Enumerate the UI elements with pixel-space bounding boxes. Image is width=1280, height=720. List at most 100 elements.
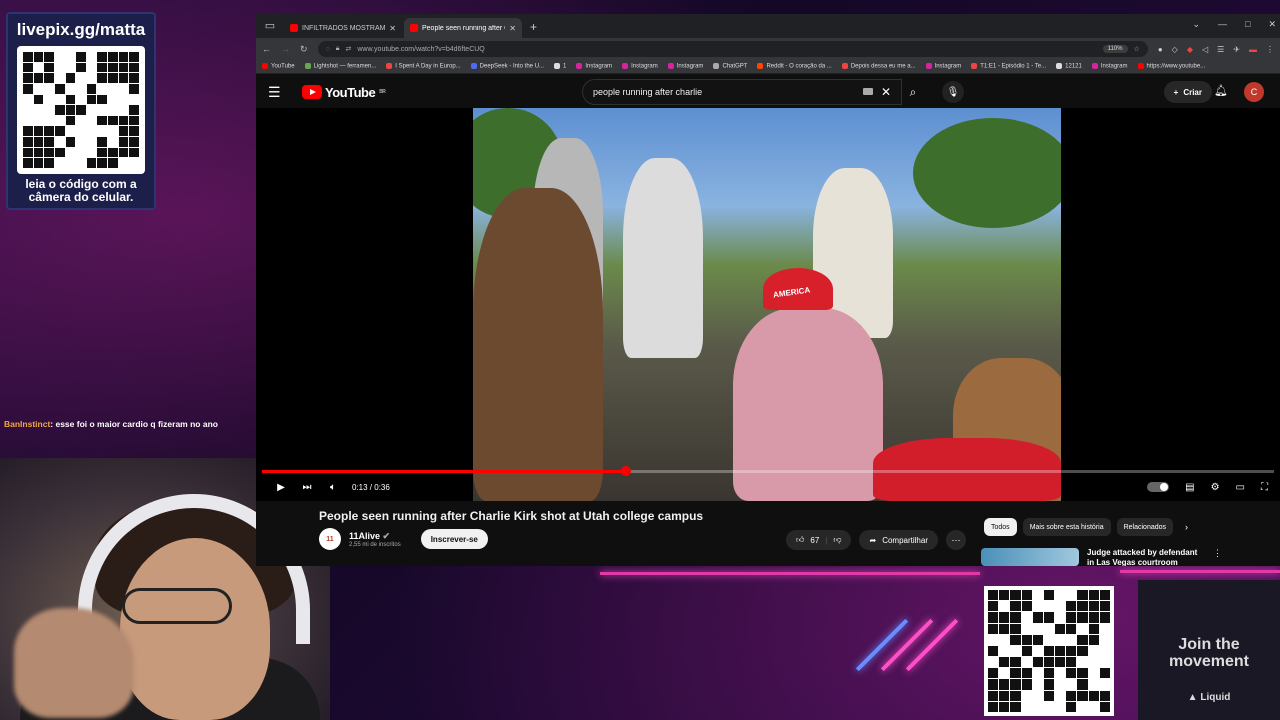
- qr-module: [97, 147, 108, 158]
- clear-search-icon[interactable]: ✕: [881, 85, 891, 99]
- create-label: Criar: [1183, 87, 1202, 97]
- reload-icon[interactable]: ↻: [300, 44, 308, 55]
- account-avatar[interactable]: C: [1244, 82, 1264, 102]
- qr-module: [118, 94, 129, 105]
- verified-icon: ✔: [382, 530, 391, 541]
- qr-module: [33, 105, 44, 115]
- like-icon[interactable]: 👍︎: [796, 535, 804, 545]
- channel-avatar[interactable]: 11: [319, 528, 341, 550]
- bookmark-item[interactable]: DeepSeek - Into the U...: [470, 63, 544, 70]
- minimize-icon[interactable]: —: [1218, 19, 1227, 30]
- bookmark-item[interactable]: Instagram: [1091, 63, 1128, 70]
- tab-infiltrados[interactable]: INFILTRADOS MOSTRAM IGNO ✕: [284, 18, 402, 38]
- channel-name[interactable]: 11Alive ✔: [349, 531, 401, 542]
- bookmark-item[interactable]: YouTube: [262, 63, 295, 70]
- site-settings-icon[interactable]: ⇄: [345, 45, 351, 53]
- qr-module: [44, 105, 54, 115]
- fullscreen-icon[interactable]: ⛶: [1261, 482, 1268, 493]
- qr-module: [108, 52, 118, 62]
- tab-list-chevron-icon[interactable]: ⌄: [1192, 19, 1200, 30]
- next-icon[interactable]: ⏭: [294, 482, 320, 493]
- qr-module: [54, 126, 65, 137]
- bookmark-item[interactable]: Reddit - O coração da ...: [757, 63, 832, 70]
- bookmark-item[interactable]: Instagram: [622, 63, 658, 70]
- search-button[interactable]: ⌕: [902, 79, 924, 105]
- bookmark-item[interactable]: Depois dessa eu me a...: [841, 63, 916, 70]
- more-options-icon[interactable]: ⋮: [1213, 548, 1222, 566]
- zoom-badge[interactable]: 110%: [1102, 45, 1128, 53]
- back-icon[interactable]: ←: [262, 44, 271, 54]
- tab-people-seen-running[interactable]: People seen running after Char ✕: [404, 18, 522, 38]
- keyboard-icon[interactable]: [863, 88, 873, 95]
- menu-icon[interactable]: ⋮: [1266, 45, 1274, 54]
- tab-search-icon[interactable]: ▭: [262, 18, 278, 34]
- video-frame[interactable]: AMERICA: [473, 108, 1061, 501]
- subtitles-icon[interactable]: ▤: [1185, 482, 1194, 493]
- recommended-title[interactable]: Judge attacked by defendant in Las Vegas…: [1087, 548, 1205, 566]
- qr-module: [23, 137, 33, 147]
- voice-search-icon[interactable]: 🎙︎: [942, 81, 964, 103]
- qr-module: [1032, 701, 1043, 712]
- qr-module: [1077, 623, 1088, 634]
- bookmark-item[interactable]: Instagram: [925, 63, 961, 70]
- bookmark-star-icon[interactable]: ☆: [1134, 45, 1140, 53]
- qr-module: [33, 126, 44, 137]
- theater-mode-icon[interactable]: ▭: [1236, 482, 1245, 493]
- extension-icon[interactable]: ●: [1158, 45, 1163, 54]
- video-player[interactable]: AMERICA ▶ ⏭ 🔈︎ 0:13 / 0:36 ▤ ⚙ ▭ ⛶: [256, 108, 1280, 501]
- extension-icon[interactable]: ☰: [1217, 45, 1224, 54]
- bookmark-item[interactable]: 12121: [1056, 63, 1082, 70]
- close-tab-icon[interactable]: ✕: [389, 24, 396, 33]
- close-tab-icon[interactable]: ✕: [509, 24, 516, 33]
- bookmark-item[interactable]: Instagram: [667, 63, 703, 70]
- subscribe-button[interactable]: Inscrever-se: [420, 529, 488, 549]
- qr-module: [118, 105, 129, 115]
- recommended-thumbnail[interactable]: [981, 548, 1079, 566]
- autoplay-toggle[interactable]: [1147, 482, 1170, 492]
- more-options-icon[interactable]: ⋯: [945, 530, 966, 550]
- qr-module: [129, 52, 139, 62]
- search-input[interactable]: people running after charlie ✕: [582, 79, 902, 105]
- bookmark-item[interactable]: T1:E1 - Episódio 1 - Te...: [971, 63, 1046, 70]
- hamburger-menu-icon[interactable]: ☰: [268, 84, 284, 101]
- bookmark-item[interactable]: I Spent A Day in Europ...: [386, 63, 461, 70]
- webcam-hand: [14, 608, 134, 718]
- bookmark-item[interactable]: 1: [554, 63, 566, 70]
- extension-icon[interactable]: ◆: [1187, 45, 1193, 54]
- new-tab-icon[interactable]: +: [530, 20, 537, 34]
- qr-module: [65, 137, 76, 147]
- chip-todos[interactable]: Todos: [984, 518, 1017, 536]
- qr-module: [1021, 701, 1032, 712]
- chip-related[interactable]: Relacionados: [1116, 518, 1174, 536]
- youtube-logo[interactable]: YouTube BR: [302, 85, 386, 100]
- chip-more-about-story[interactable]: Mais sobre esta história: [1022, 518, 1111, 536]
- dislike-icon[interactable]: 👎︎: [833, 535, 841, 545]
- chevron-right-icon[interactable]: ›: [1185, 522, 1188, 532]
- bookmark-item[interactable]: Lightshot — ferramen...: [304, 63, 376, 70]
- qr-module: [1088, 657, 1099, 668]
- extension-icon[interactable]: ✈: [1233, 45, 1240, 54]
- forward-icon[interactable]: →: [281, 44, 290, 54]
- settings-gear-icon[interactable]: ⚙: [1211, 482, 1220, 493]
- like-dislike-button[interactable]: 👍︎ 67 | 👎︎: [786, 530, 852, 550]
- share-button[interactable]: ➦ Compartilhar: [859, 530, 938, 550]
- create-button[interactable]: + Criar: [1163, 81, 1212, 103]
- close-window-icon[interactable]: ✕: [1268, 19, 1276, 30]
- play-icon[interactable]: ▶: [268, 482, 294, 493]
- extension-icon[interactable]: ◁: [1202, 45, 1208, 54]
- url-field[interactable]: ◌ 🔒︎ ⇄ www.youtube.com/watch?v=b4d6fteCU…: [317, 41, 1148, 57]
- notifications-bell-icon[interactable]: 🔔︎: [1214, 84, 1228, 97]
- bookmark-item[interactable]: Instagram: [576, 63, 612, 70]
- neon-line: [600, 572, 980, 575]
- bookmark-item[interactable]: https://www.youtube...: [1137, 63, 1205, 70]
- like-count: 67: [810, 535, 820, 545]
- volume-icon[interactable]: 🔈︎: [320, 482, 346, 493]
- maximize-icon[interactable]: □: [1245, 19, 1250, 30]
- bookmark-item[interactable]: ChatGPT: [713, 63, 747, 70]
- qr-module: [118, 83, 129, 94]
- progress-bar[interactable]: [262, 466, 1274, 476]
- recommended-video[interactable]: Judge attacked by defendant in Las Vegas…: [981, 548, 1222, 566]
- extension-icon[interactable]: ▬: [1249, 45, 1257, 54]
- qr-module: [86, 147, 97, 158]
- extension-icon[interactable]: ◇: [1172, 45, 1178, 54]
